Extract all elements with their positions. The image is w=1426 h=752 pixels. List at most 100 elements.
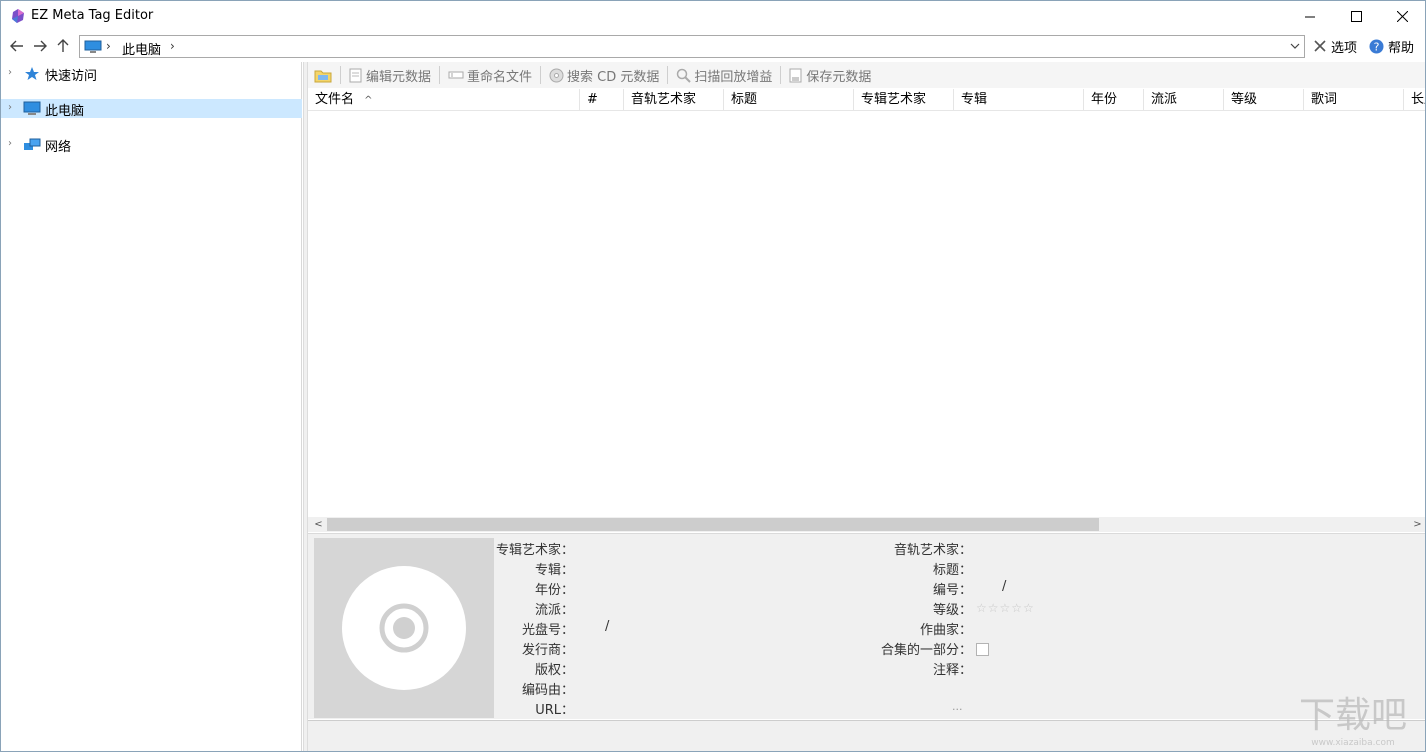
- scan-replay-gain-label: 扫描回放增益: [694, 69, 773, 85]
- scroll-right-icon[interactable]: >: [1410, 517, 1425, 532]
- file-panel: 编辑元数据 重命名文件 搜索 CD 元数据 扫描回放增益 保存元数据 文件名 ^…: [308, 62, 1425, 751]
- forward-button[interactable]: [30, 35, 50, 57]
- network-icon: [24, 138, 41, 150]
- navigation-bar: › 此电脑 › 选项 ? 帮助: [1, 32, 1425, 60]
- minimize-icon: [1304, 16, 1315, 18]
- address-bar[interactable]: › 此电脑 ›: [79, 35, 1305, 58]
- options-label: 选项: [1331, 40, 1358, 56]
- star-icon: [25, 67, 39, 80]
- computer-icon: [23, 101, 41, 115]
- copyright-label: 版权：: [534, 663, 574, 678]
- scroll-left-icon[interactable]: <: [311, 517, 326, 532]
- toolbar-separator: [780, 66, 782, 84]
- expand-chevron-icon[interactable]: ›: [8, 102, 12, 113]
- toolbar: 编辑元数据 重命名文件 搜索 CD 元数据 扫描回放增益 保存元数据: [308, 62, 1425, 88]
- track-artist-label: 音轨艺术家：: [893, 543, 972, 558]
- folder-icon: [314, 70, 332, 82]
- breadcrumb-this-pc[interactable]: 此电脑: [122, 39, 161, 58]
- album-cover[interactable]: [314, 538, 494, 718]
- rename-file-button[interactable]: 重命名文件: [442, 64, 538, 86]
- column-label: 标题: [731, 92, 758, 107]
- disc-number-value[interactable]: /: [605, 619, 609, 634]
- help-button[interactable]: ? 帮助: [1369, 35, 1414, 57]
- toolbar-separator: [667, 66, 669, 84]
- compilation-label: 合集的一部分：: [880, 643, 972, 658]
- watermark-text: 下载吧: [1299, 695, 1407, 736]
- column-label: 年份: [1091, 92, 1118, 107]
- app-window: EZ Meta Tag Editor › 此电脑 › 选项 ? 帮助 › 快速访…: [0, 0, 1426, 752]
- compilation-checkbox[interactable]: [976, 643, 989, 656]
- url-label: URL：: [535, 703, 574, 718]
- title-bar: EZ Meta Tag Editor: [1, 1, 1425, 32]
- chevron-down-icon[interactable]: [1290, 41, 1300, 51]
- column-header-rating[interactable]: 等级: [1224, 89, 1304, 110]
- file-list[interactable]: [308, 111, 1425, 517]
- year-label: 年份：: [534, 583, 574, 598]
- rating-label: 等级：: [932, 603, 972, 618]
- expand-chevron-icon[interactable]: ›: [8, 67, 12, 78]
- metadata-details-pane: 专辑艺术家： 专辑： 年份： 流派： 光盘号： / 发行商： 版权： 编码由： …: [308, 533, 1425, 719]
- comment-label: 注释：: [932, 663, 972, 678]
- tree-item-this-pc[interactable]: › 此电脑: [1, 99, 302, 119]
- column-header-length[interactable]: 长度: [1404, 89, 1425, 110]
- column-header-title[interactable]: 标题: [724, 89, 854, 110]
- help-label: 帮助: [1388, 40, 1415, 56]
- open-folder-button[interactable]: [308, 64, 338, 86]
- album-artist-label: 专辑艺术家：: [495, 543, 574, 558]
- breadcrumb-separator-icon[interactable]: ›: [170, 39, 175, 53]
- composer-label: 作曲家：: [919, 623, 972, 638]
- save-metadata-label: 保存元数据: [806, 69, 872, 85]
- magnifier-icon: [677, 68, 692, 83]
- tools-icon: [1314, 40, 1326, 52]
- horizontal-scrollbar[interactable]: < >: [308, 517, 1425, 532]
- tree-item-network[interactable]: › 网络: [1, 135, 302, 155]
- tree-item-label: 快速访问: [45, 69, 98, 84]
- title-label: 标题：: [932, 563, 972, 578]
- track-number-value[interactable]: /: [1002, 579, 1006, 594]
- comment-more-button[interactable]: ...: [952, 700, 963, 713]
- column-header-track-artist[interactable]: 音轨艺术家: [624, 89, 724, 110]
- column-header-filename[interactable]: 文件名 ^: [308, 89, 580, 110]
- back-arrow-icon: [10, 40, 23, 52]
- breadcrumb-separator-icon: ›: [106, 39, 111, 53]
- edit-metadata-button[interactable]: 编辑元数据: [343, 64, 437, 86]
- toolbar-separator: [540, 66, 542, 84]
- sort-ascending-icon: ^: [364, 95, 373, 106]
- search-cd-metadata-button[interactable]: 搜索 CD 元数据: [543, 64, 665, 86]
- file-list-header: 文件名 ^ # 音轨艺术家 标题 专辑艺术家 专辑 年份 流派 等级 歌词 长度: [308, 89, 1425, 111]
- column-header-track-number[interactable]: #: [580, 89, 624, 110]
- album-label: 专辑：: [534, 563, 574, 578]
- column-header-lyrics[interactable]: 歌词: [1304, 89, 1404, 110]
- options-button[interactable]: 选项: [1313, 35, 1357, 57]
- cd-icon: [342, 566, 466, 690]
- window-title: EZ Meta Tag Editor: [31, 8, 154, 23]
- close-button[interactable]: [1379, 1, 1425, 32]
- save-document-icon: [789, 68, 802, 82]
- maximize-button[interactable]: [1333, 1, 1379, 32]
- column-label: 流派: [1151, 92, 1178, 107]
- rename-icon: [448, 71, 464, 79]
- up-arrow-icon: [57, 39, 69, 52]
- tree-item-label: 此电脑: [45, 104, 85, 119]
- forward-arrow-icon: [34, 40, 47, 52]
- column-header-genre[interactable]: 流派: [1144, 89, 1224, 110]
- column-header-year[interactable]: 年份: [1084, 89, 1144, 110]
- tree-item-quick-access[interactable]: › 快速访问: [1, 64, 302, 84]
- save-metadata-button[interactable]: 保存元数据: [783, 64, 877, 86]
- rename-file-label: 重命名文件: [467, 69, 533, 85]
- column-label: 长度: [1411, 92, 1425, 107]
- rating-stars[interactable]: ☆☆☆☆☆: [976, 601, 1035, 615]
- minimize-button[interactable]: [1287, 1, 1333, 32]
- scan-replay-gain-button[interactable]: 扫描回放增益: [670, 64, 778, 86]
- column-label: 专辑: [961, 92, 988, 107]
- toolbar-separator: [439, 66, 441, 84]
- column-header-album-artist[interactable]: 专辑艺术家: [854, 89, 954, 110]
- expand-chevron-icon[interactable]: ›: [8, 138, 12, 149]
- tree-item-label: 网络: [45, 140, 72, 155]
- back-button[interactable]: [7, 35, 27, 57]
- column-header-album[interactable]: 专辑: [954, 89, 1084, 110]
- column-label: 专辑艺术家: [861, 92, 927, 107]
- up-button[interactable]: [53, 35, 73, 57]
- disc-number-label: 光盘号：: [521, 623, 574, 638]
- scrollbar-thumb[interactable]: [327, 518, 1099, 531]
